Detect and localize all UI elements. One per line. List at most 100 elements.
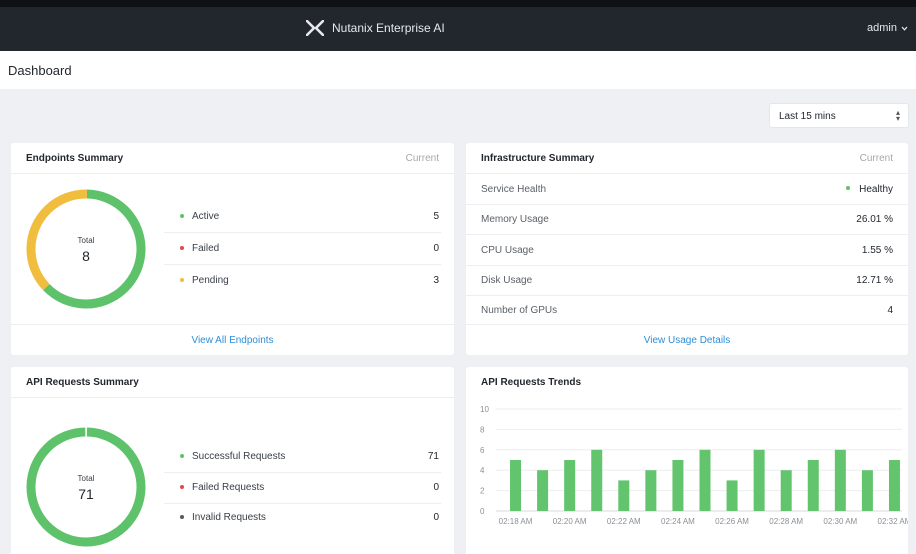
bar[interactable] (726, 480, 738, 511)
card-title: API Requests Trends (481, 377, 582, 388)
legend-value: 5 (433, 211, 439, 222)
legend-label: Successful Requests (192, 451, 286, 462)
y-tick-label: 8 (480, 425, 485, 434)
api-requests-summary-card: API Requests Summary Total 71 Successful… (11, 367, 454, 554)
page-header: Dashboard (0, 51, 916, 89)
health-status-dot (846, 186, 851, 191)
x-tick-label: 02:24 AM (661, 517, 695, 526)
card-title: Infrastructure Summary (481, 153, 595, 164)
x-tick-label: 02:30 AM (823, 517, 857, 526)
donut-center: Total 8 (46, 236, 126, 264)
nutanix-logo-icon (306, 20, 324, 36)
donut-total-label: Total (77, 474, 95, 483)
y-tick-label: 0 (480, 507, 485, 516)
infra-label: Disk Usage (481, 275, 533, 286)
infra-row-gpus: Number of GPUs 4 (466, 295, 908, 326)
y-tick-label: 2 (480, 487, 485, 496)
legend-label: Active (192, 211, 220, 222)
user-menu[interactable]: admin (867, 22, 908, 34)
card-title: API Requests Summary (26, 377, 139, 388)
api-requests-trends-chart: 0 2 4 6 8 10 02:18 AM 02:20 AM 02:22 AM 02:24 AM 0… (480, 405, 908, 526)
view-usage-details-link[interactable]: View Usage Details (644, 335, 731, 346)
infra-row-service-health: Service Health Healthy (466, 174, 908, 205)
card-title: Endpoints Summary (26, 153, 124, 164)
bar[interactable] (699, 449, 711, 511)
infra-row-cpu: CPU Usage 1.55 % (466, 235, 908, 266)
legend-value: 71 (427, 451, 439, 462)
page-title: Dashboard (8, 63, 72, 78)
legend-row-active: Active 5 (164, 202, 441, 233)
y-tick-label: 4 (480, 466, 485, 475)
legend-value: 0 (433, 512, 439, 523)
legend-row-successful: Successful Requests 71 (164, 442, 441, 473)
infra-value: 1.55 % (861, 245, 893, 256)
bar[interactable] (834, 449, 846, 511)
user-name: admin (867, 22, 897, 34)
top-navigation-bar: Nutanix Enterprise AI admin (0, 7, 916, 51)
bar[interactable] (564, 460, 576, 511)
x-tick-label: 02:22 AM (607, 517, 641, 526)
donut-total-label: Total (77, 236, 95, 245)
bar[interactable] (537, 470, 549, 511)
infra-value: 4 (887, 305, 893, 316)
x-tick-label: 02:28 AM (769, 517, 803, 526)
infra-label: CPU Usage (481, 245, 534, 256)
legend-value: 0 (433, 482, 439, 493)
x-tick-label: 02:18 AM (499, 517, 533, 526)
donut-total-value: 8 (82, 248, 90, 264)
donut-center: Total 71 (46, 474, 126, 502)
bar[interactable] (510, 460, 522, 511)
legend-value: 3 (433, 275, 439, 286)
infra-value: Healthy (846, 184, 893, 195)
bar[interactable] (618, 480, 630, 511)
bar[interactable] (861, 470, 873, 511)
card-footer: View All Endpoints (11, 324, 454, 355)
infra-value: 26.01 % (856, 214, 893, 225)
legend-label: Invalid Requests (192, 512, 266, 523)
time-range-value: Last 15 mins (779, 111, 836, 122)
window-top-strip (0, 0, 916, 7)
card-header: Endpoints Summary Current (11, 143, 454, 174)
infra-label: Number of GPUs (481, 305, 558, 316)
legend-row-failed: Failed 0 (164, 234, 441, 265)
api-requests-trends-card: API Requests Trends 0 2 4 6 8 10 02:18 AM 02:20… (466, 367, 908, 554)
bar[interactable] (888, 460, 900, 511)
card-note: Current (405, 153, 439, 164)
bar[interactable] (753, 449, 765, 511)
chevron-down-icon (901, 26, 908, 31)
legend-label: Failed (192, 243, 220, 254)
infra-value: 12.71 % (856, 275, 893, 286)
y-tick-label: 10 (480, 405, 489, 414)
card-header: API Requests Summary (11, 367, 454, 398)
select-arrows-icon: ▴ ▾ (895, 108, 900, 123)
card-footer: View Usage Details (466, 324, 908, 355)
x-tick-label: 02:20 AM (553, 517, 587, 526)
card-header: API Requests Trends (466, 367, 908, 398)
infra-label: Memory Usage (481, 214, 549, 225)
bar[interactable] (591, 449, 603, 511)
legend-label: Failed Requests (192, 482, 265, 493)
bar[interactable] (807, 460, 819, 511)
endpoints-summary-card: Endpoints Summary Current Total 8 Active… (11, 143, 454, 355)
status-dot (180, 278, 184, 282)
brand[interactable]: Nutanix Enterprise AI (306, 20, 445, 36)
y-tick-label: 6 (480, 446, 485, 455)
status-dot (180, 214, 184, 218)
bar[interactable] (672, 460, 684, 511)
legend-value: 0 (433, 243, 439, 254)
x-tick-label: 02:26 AM (715, 517, 749, 526)
infra-label: Service Health (481, 184, 547, 195)
time-range-select[interactable]: Last 15 mins ▴ ▾ (769, 103, 909, 128)
brand-name: Nutanix Enterprise AI (332, 21, 445, 35)
card-note: Current (859, 153, 893, 164)
bar[interactable] (645, 470, 657, 511)
status-dot (180, 485, 184, 489)
legend-row-invalid-requests: Invalid Requests 0 (164, 503, 441, 534)
infra-row-memory: Memory Usage 26.01 % (466, 204, 908, 235)
status-dot (180, 246, 184, 250)
view-all-endpoints-link[interactable]: View All Endpoints (191, 335, 273, 346)
legend-label: Pending (192, 275, 229, 286)
infra-row-disk: Disk Usage 12.71 % (466, 265, 908, 296)
bar[interactable] (780, 470, 792, 511)
legend-row-pending: Pending 3 (164, 266, 441, 297)
